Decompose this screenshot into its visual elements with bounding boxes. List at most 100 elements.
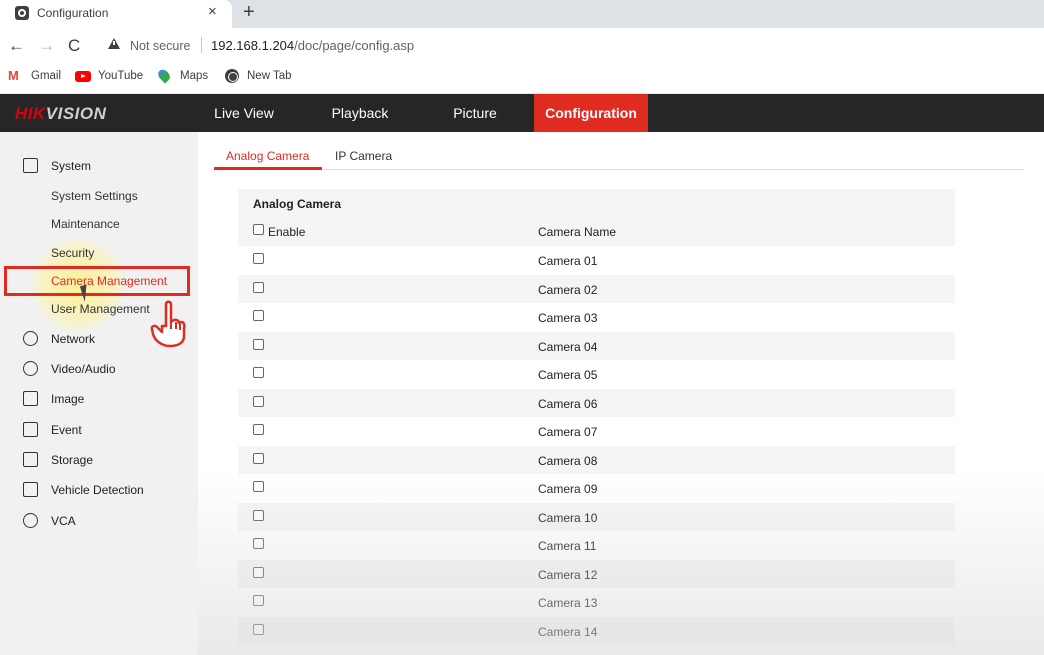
- analog-camera-table: Analog Camera Enable Camera Name Camera …: [238, 189, 955, 645]
- camera-name-cell: Camera 03: [538, 311, 598, 325]
- camera-enable-checkbox[interactable]: [253, 424, 264, 435]
- camera-name-cell: Camera 07: [538, 425, 598, 439]
- camera-tabs: Analog Camera IP Camera: [214, 142, 1024, 170]
- url-host: 192.168.1.204: [211, 38, 295, 53]
- sidebar-item-event[interactable]: Event: [0, 416, 198, 444]
- camera-name-cell: Camera 08: [538, 453, 598, 468]
- hikvision-logo: HIKVISION: [15, 104, 107, 123]
- security-indicator[interactable]: Not secure: [130, 39, 190, 53]
- table-row: Camera 07: [238, 417, 955, 446]
- camera-enable-checkbox[interactable]: [253, 367, 264, 378]
- table-row: Camera 02: [238, 274, 955, 303]
- address-bar[interactable]: 192.168.1.204/doc/page/config.asp: [211, 38, 414, 53]
- bookmark-gmail[interactable]: Gmail: [31, 70, 61, 82]
- sidebar-item-user-management[interactable]: User Management: [51, 302, 150, 316]
- sidebar-item-security[interactable]: Security: [51, 246, 94, 260]
- event-icon: [23, 422, 38, 437]
- nav-picture[interactable]: Picture: [430, 94, 520, 132]
- url-divider: [201, 37, 202, 53]
- camera-name-cell: Camera 11: [538, 539, 597, 553]
- youtube-icon: [75, 71, 91, 82]
- sidebar-item-storage[interactable]: Storage: [0, 446, 198, 474]
- camera-enable-checkbox[interactable]: [253, 452, 264, 464]
- tab-title: Configuration: [37, 6, 109, 20]
- sidebar-item-label: Storage: [51, 453, 94, 467]
- app-header: HIKVISION Live View Playback Picture Con…: [0, 94, 1044, 132]
- browser-tab-bar: Configuration × +: [0, 0, 1044, 28]
- image-icon: [23, 391, 38, 406]
- nav-playback[interactable]: Playback: [314, 94, 406, 132]
- sidebar-item-label: Event: [51, 423, 82, 437]
- active-tab-indicator: [214, 167, 322, 170]
- table-row: Camera 03: [238, 303, 955, 332]
- camera-enable-checkbox[interactable]: [253, 310, 264, 321]
- forward-button[interactable]: →: [38, 36, 55, 56]
- sidebar-item-system-settings[interactable]: System Settings: [51, 189, 138, 203]
- camera-enable-checkbox[interactable]: [253, 338, 264, 350]
- vehicle-detection-icon: [23, 482, 38, 497]
- nav-live-view[interactable]: Live View: [198, 94, 290, 132]
- camera-enable-checkbox[interactable]: [253, 566, 264, 578]
- camera-name-cell: Camera 01: [538, 254, 598, 268]
- new-tab-icon: [225, 69, 239, 83]
- table-title: Analog Camera: [253, 197, 342, 211]
- table-row: Camera 10: [238, 502, 955, 531]
- screen: Configuration × + ← → C Not secure 192.1…: [0, 0, 1044, 655]
- new-tab-button[interactable]: +: [243, 1, 255, 24]
- gmail-icon: [8, 68, 24, 83]
- table-row: Camera 04: [238, 331, 955, 360]
- sidebar-item-image[interactable]: Image: [0, 385, 198, 413]
- browser-toolbar: ← → C Not secure 192.168.1.204/doc/page/…: [0, 28, 1044, 64]
- reload-button[interactable]: C: [68, 36, 80, 56]
- camera-name-cell: Camera 12: [538, 567, 598, 582]
- sidebar-item-video-audio[interactable]: Video/Audio: [0, 355, 198, 383]
- table-header: Analog Camera Enable Camera Name: [238, 189, 955, 246]
- camera-enable-checkbox[interactable]: [253, 595, 264, 606]
- sidebar-item-system[interactable]: System: [0, 152, 198, 180]
- nav-configuration[interactable]: Configuration: [534, 94, 648, 132]
- bookmark-maps[interactable]: Maps: [180, 70, 208, 82]
- camera-name-cell: Camera 14: [538, 624, 598, 639]
- camera-name-cell: Camera 02: [538, 282, 598, 297]
- sidebar-item-label: Vehicle Detection: [51, 483, 144, 497]
- camera-enable-checkbox[interactable]: [253, 509, 264, 521]
- camera-name-cell: Camera 09: [538, 482, 598, 496]
- enable-all-checkbox[interactable]: [253, 224, 264, 235]
- camera-name-cell: Camera 06: [538, 396, 598, 411]
- back-button[interactable]: ←: [8, 36, 25, 56]
- sidebar-item-label: VCA: [51, 514, 76, 528]
- sidebar-item-maintenance[interactable]: Maintenance: [51, 217, 120, 231]
- table-row: Camera 12: [238, 559, 955, 588]
- close-tab-icon[interactable]: ×: [208, 3, 217, 20]
- url-path: /doc/page/config.asp: [294, 38, 415, 53]
- camera-enable-checkbox[interactable]: [253, 395, 264, 407]
- camera-enable-checkbox[interactable]: [253, 481, 264, 492]
- bookmarks-bar: Gmail YouTube Maps New Tab: [0, 64, 1044, 94]
- sidebar-item-label: System: [51, 159, 92, 173]
- browser-tab[interactable]: Configuration ×: [0, 0, 232, 28]
- camera-enable-checkbox[interactable]: [253, 623, 264, 635]
- table-row: Camera 06: [238, 388, 955, 417]
- tab-ip-camera[interactable]: IP Camera: [335, 149, 392, 163]
- table-body: Camera 01 Camera 02 Camera 03 Camera 04 Came…: [238, 246, 955, 645]
- bookmark-youtube[interactable]: YouTube: [98, 70, 143, 82]
- bookmark-new-tab[interactable]: New Tab: [247, 70, 292, 82]
- system-icon: [23, 158, 38, 173]
- vca-icon: [23, 513, 38, 528]
- sidebar-item-label: Video/Audio: [51, 362, 116, 376]
- maps-icon: [159, 69, 169, 83]
- pointing-hand-icon: [150, 300, 186, 348]
- warning-icon[interactable]: [108, 38, 120, 49]
- sidebar-item-vehicle-detection[interactable]: Vehicle Detection: [0, 476, 198, 504]
- camera-enable-checkbox[interactable]: [253, 281, 264, 293]
- camera-enable-checkbox[interactable]: [253, 253, 264, 264]
- network-icon: [23, 331, 38, 346]
- table-row: Camera 09: [238, 474, 955, 503]
- table-row: Camera 11: [238, 531, 955, 560]
- table-row: Camera 14: [238, 616, 955, 645]
- tab-analog-camera[interactable]: Analog Camera: [226, 149, 309, 163]
- camera-enable-checkbox[interactable]: [253, 538, 264, 549]
- sidebar-item-vca[interactable]: VCA: [0, 507, 198, 535]
- table-row: Camera 01: [238, 246, 955, 275]
- table-row: Camera 08: [238, 445, 955, 474]
